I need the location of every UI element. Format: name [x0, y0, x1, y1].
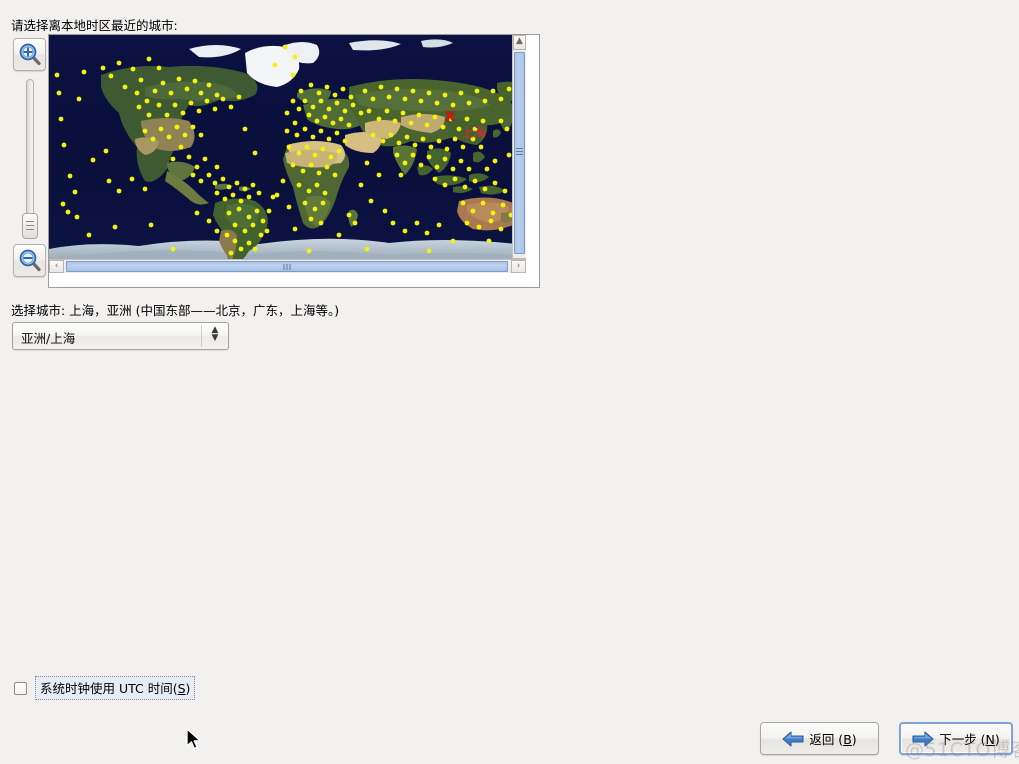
- next-button[interactable]: 下一步 (N): [899, 722, 1013, 755]
- selected-city-description: 选择城市: 上海，亚洲 (中国东部——北京，广东，上海等。): [11, 303, 340, 318]
- selected-city-label: 上海: [461, 125, 487, 140]
- magnifier-minus-icon: [19, 249, 41, 272]
- chevron-updown-icon: ▲ ▼: [211, 325, 219, 343]
- chevron-up-icon: ▲: [516, 36, 523, 46]
- page-title: 请选择离本地时区最近的城市:: [11, 18, 178, 33]
- map-zoom-out-button[interactable]: [13, 244, 46, 277]
- map-vertical-scrollbar[interactable]: ▲ ▼: [512, 35, 526, 273]
- selected-city-marker: X: [445, 110, 456, 125]
- utc-checkbox[interactable]: [14, 681, 27, 695]
- utc-checkbox-label[interactable]: 系统时钟使用 UTC 时间(S): [35, 676, 196, 700]
- timezone-map-widget: X 上海 ▲ ▼ ‹: [11, 34, 541, 292]
- magnifier-plus-icon: [19, 43, 41, 66]
- world-map-image: [49, 35, 526, 273]
- timezone-select[interactable]: 亚洲/上海 ▲ ▼: [12, 322, 229, 350]
- chevron-left-icon: ‹: [54, 261, 59, 271]
- map-horizontal-scroll-thumb[interactable]: [66, 261, 508, 272]
- map-zoom-in-button[interactable]: [13, 38, 46, 71]
- mouse-cursor: [186, 728, 201, 750]
- map-scroll-right-button[interactable]: ›: [511, 260, 526, 273]
- back-button[interactable]: 返回 (B): [760, 722, 879, 755]
- utc-label-close: ): [185, 681, 191, 696]
- next-button-label: 下一步 (N): [939, 732, 1000, 747]
- arrow-right-icon: [912, 730, 934, 747]
- map-scroll-left-button[interactable]: ‹: [49, 260, 64, 273]
- arrow-left-icon: [782, 730, 804, 747]
- divider: [201, 325, 202, 347]
- scroll-grip: [283, 262, 292, 270]
- utc-label-mnemonic: S: [177, 681, 186, 696]
- utc-clock-row[interactable]: 系统时钟使用 UTC 时间(S): [14, 676, 196, 700]
- world-map-canvas[interactable]: X 上海 ▲ ▼ ‹: [49, 35, 526, 273]
- timezone-select-value: 亚洲/上海: [21, 331, 76, 346]
- chevron-right-icon: ›: [516, 261, 521, 271]
- map-horizontal-scrollbar[interactable]: ‹ ›: [49, 259, 526, 273]
- map-zoom-slider-handle[interactable]: [22, 213, 38, 239]
- map-scroll-up-button[interactable]: ▲: [513, 35, 526, 50]
- utc-label-text: 系统时钟使用 UTC 时间(: [40, 681, 178, 696]
- map-frame: X 上海 ▲ ▼ ‹: [48, 34, 540, 288]
- map-vertical-scroll-thumb[interactable]: [514, 52, 525, 254]
- back-button-label: 返回 (B): [809, 732, 857, 747]
